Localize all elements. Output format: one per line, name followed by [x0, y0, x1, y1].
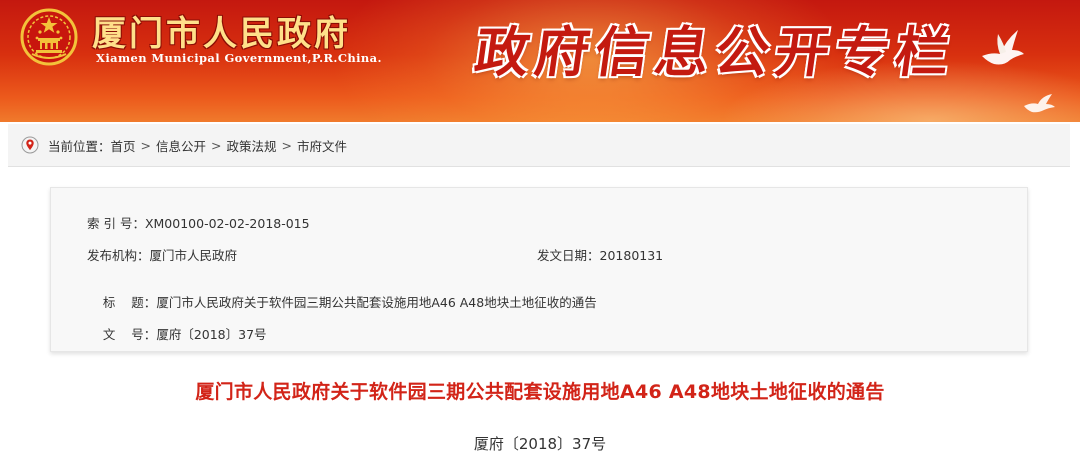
issue-date-row: 发文日期：20180131 — [537, 245, 663, 264]
breadcrumb-item-home[interactable]: 首页 — [111, 136, 136, 155]
breadcrumb-prefix: 当前位置： — [48, 138, 111, 154]
breadcrumb-separator: > — [211, 137, 222, 153]
document-number-row: 文 号：厦府〔2018〕37号 — [87, 309, 267, 358]
location-pin-icon — [21, 136, 39, 154]
document-number-label: 文 号： — [102, 327, 157, 342]
document-number-value: 厦府〔2018〕37号 — [156, 327, 267, 342]
breadcrumb: 当前位置： 首页 > 信息公开 > 政策法规 > 市府文件 — [8, 124, 1070, 167]
document-info-box: 索 引 号：XM00100-02-02-2018-015 发布机构：厦门市人民政… — [50, 187, 1028, 352]
breadcrumb-item-info-disclosure[interactable]: 信息公开 — [156, 136, 206, 155]
national-emblem-icon — [20, 8, 78, 66]
publisher-row: 发布机构：厦门市人民政府 — [87, 245, 237, 264]
document-title: 厦门市人民政府关于软件园三期公共配套设施用地A46 A48地块土地征收的通告 — [195, 381, 885, 403]
site-subtitle: Xiamen Municipal Government,P.R.China. — [96, 51, 382, 65]
publisher-label: 发布机构： — [87, 248, 150, 263]
breadcrumb-item-municipal-documents[interactable]: 市府文件 — [297, 136, 347, 155]
dove-icon — [1024, 94, 1055, 113]
document-number: 厦府〔2018〕37号 — [473, 435, 607, 453]
header-banner: 厦门市人民政府 Xiamen Municipal Government,P.R.… — [0, 0, 1080, 122]
site-title: 厦门市人民政府 — [92, 14, 351, 54]
title-label: 标 题： — [102, 295, 157, 310]
index-number-row: 索 引 号：XM00100-02-02-2018-015 — [87, 213, 310, 232]
title-value: 厦门市人民政府关于软件园三期公共配套设施用地A46 A48地块土地征收的通告 — [156, 295, 597, 310]
issue-date-label: 发文日期： — [537, 248, 600, 263]
index-number-value: XM00100-02-02-2018-015 — [144, 216, 310, 231]
dove-icon — [982, 30, 1024, 65]
publisher-value: 厦门市人民政府 — [149, 248, 238, 263]
issue-date-value: 20180131 — [599, 248, 664, 263]
column-title: 政府信息公开专栏 — [470, 20, 960, 84]
breadcrumb-item-policies[interactable]: 政策法规 — [227, 136, 277, 155]
index-number-label: 索 引 号： — [87, 216, 145, 231]
breadcrumb-separator: > — [140, 137, 152, 153]
breadcrumb-separator: > — [281, 137, 293, 153]
